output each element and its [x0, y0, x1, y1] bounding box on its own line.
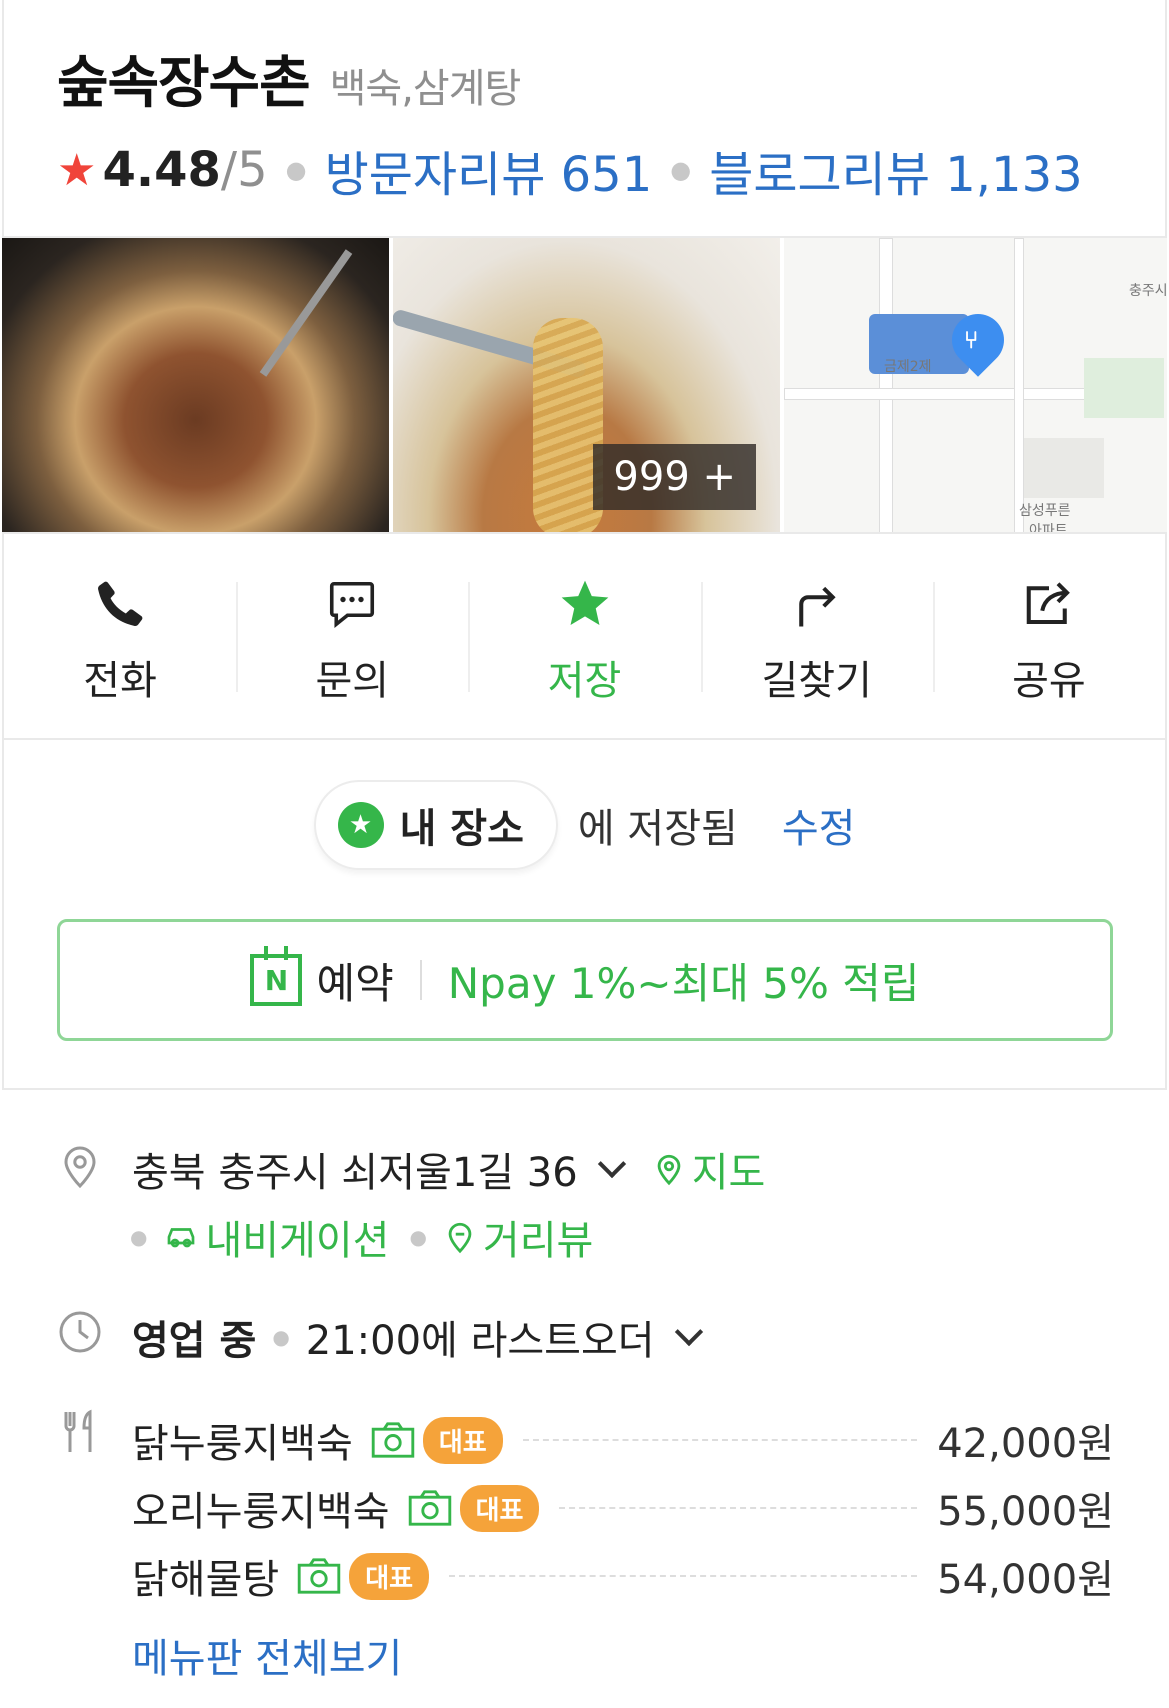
car-icon	[168, 1228, 195, 1248]
mini-map[interactable]: ⑂ 충주시 금제2제 삼성푸른 아파트	[784, 238, 1167, 532]
streetview-link[interactable]: 거리뷰	[443, 1208, 593, 1266]
separator-dot: ●	[670, 156, 692, 184]
streetview-icon	[448, 1222, 472, 1254]
navigation-label: 내비게이션	[205, 1218, 390, 1264]
directions-button[interactable]: 길찾기	[700, 540, 933, 738]
menu-item-price: 55,000원	[937, 1489, 1114, 1535]
map-road	[1014, 238, 1024, 532]
chat-icon	[320, 572, 384, 636]
share-label: 공유	[1012, 658, 1086, 704]
saved-star-icon: ★	[337, 802, 384, 848]
saved-status-row: ★ 내 장소 에 저장됨 수정	[0, 780, 1169, 870]
place-header: 숲속장수촌 백숙,삼계탕 ★ 4.48 /5 ● 방문자리뷰 651 ● 블로그…	[57, 38, 1083, 205]
menu-item[interactable]: 닭누룽지백숙 대표 42,000원	[132, 1406, 1114, 1474]
separator-dot: ●	[409, 1225, 427, 1249]
navigation-link[interactable]: 내비게이션	[163, 1208, 389, 1266]
menu-item-price: 54,000원	[937, 1557, 1114, 1603]
rating-star-icon: ★	[57, 144, 97, 196]
camera-icon[interactable]	[371, 1422, 415, 1458]
business-status: 영업 중	[132, 1318, 257, 1364]
chevron-down-icon[interactable]	[674, 1317, 703, 1347]
menu-item-name: 닭해물탕	[132, 1557, 280, 1603]
location-pin-icon	[64, 1146, 96, 1189]
last-order-text: 21:00에 라스트오더	[305, 1318, 655, 1364]
action-bar: 전화 문의 저장 길찾기 공유	[4, 540, 1165, 740]
menu-item[interactable]: 닭해물탕 대표 54,000원	[132, 1542, 1114, 1610]
booking-label: 예약	[316, 958, 394, 1008]
address-row: 충북 충주시 쇠저울1길 36 지도	[132, 1140, 765, 1198]
price-leader	[559, 1507, 918, 1509]
photo-stew[interactable]	[2, 238, 389, 532]
map-label: 금제2제	[884, 359, 932, 375]
streetview-label: 거리뷰	[482, 1218, 594, 1264]
share-button[interactable]: 공유	[932, 540, 1165, 738]
place-name: 숲속장수촌	[57, 51, 311, 116]
representative-badge: 대표	[422, 1416, 503, 1464]
map-label: 삼성푸른	[1019, 503, 1071, 519]
photo-strip: 999 + ⑂ 충주시 금제2제 삼성푸른 아파트	[2, 236, 1167, 534]
representative-badge: 대표	[349, 1552, 430, 1600]
hours-row[interactable]: 영업 중 ● 21:00에 라스트오더	[132, 1308, 729, 1366]
edit-saved-link[interactable]: 수정	[782, 796, 856, 854]
save-label: 저장	[547, 658, 622, 704]
menu-item-name: 닭누룽지백숙	[132, 1421, 353, 1467]
representative-badge: 대표	[459, 1484, 540, 1532]
map-label: 충주시	[1129, 283, 1167, 299]
rating-max: /5	[220, 142, 268, 198]
save-button[interactable]: 저장	[468, 540, 700, 738]
directions-label: 길찾기	[761, 658, 872, 704]
map-label: 아파트	[1029, 523, 1068, 532]
photo-count-badge: 999 +	[593, 444, 756, 510]
clock-icon	[59, 1311, 101, 1353]
booking-divider	[419, 960, 422, 1000]
inquiry-label: 문의	[315, 658, 390, 704]
camera-icon[interactable]	[297, 1558, 341, 1594]
camera-icon[interactable]	[408, 1490, 452, 1526]
separator-dot: ●	[130, 1225, 148, 1249]
rating-score: 4.48	[102, 142, 221, 198]
saved-list-pill[interactable]: ★ 내 장소	[313, 780, 558, 870]
saved-list-name: 내 장소	[399, 806, 524, 852]
directions-icon	[785, 572, 849, 636]
menu-item[interactable]: 오리누룽지백숙 대표 55,000원	[132, 1474, 1114, 1542]
map-road	[879, 238, 893, 532]
call-button[interactable]: 전화	[4, 540, 236, 738]
menu-item-name: 오리누룽지백숙	[132, 1489, 390, 1535]
naver-booking-icon: N	[250, 946, 303, 1006]
star-icon	[553, 572, 617, 636]
restaurant-icon: ⑂	[964, 326, 979, 354]
chevron-down-icon[interactable]	[597, 1149, 626, 1179]
map-area-green	[1084, 358, 1164, 418]
booking-promo: Npay 1%~최대 5% 적립	[447, 958, 920, 1008]
address-text: 충북 충주시 쇠저울1길 36	[132, 1150, 578, 1196]
photo-noodles[interactable]: 999 +	[393, 238, 780, 532]
menu-item-price: 42,000원	[937, 1421, 1114, 1467]
chopstick-shape	[259, 249, 353, 377]
separator-dot: ●	[272, 1325, 290, 1349]
price-leader	[522, 1439, 918, 1441]
utensils-icon	[64, 1409, 92, 1452]
map-link-label: 지도	[691, 1150, 766, 1196]
address-sublinks: ● 내비게이션 ● 거리뷰	[130, 1208, 593, 1266]
blog-reviews-link[interactable]: 블로그리뷰 1,133	[709, 135, 1082, 205]
inquiry-button[interactable]: 문의	[236, 540, 468, 738]
booking-button[interactable]: N 예약 Npay 1%~최대 5% 적립	[57, 919, 1113, 1041]
share-icon	[1017, 572, 1081, 636]
saved-status-text: 에 저장됨	[577, 806, 738, 852]
separator-dot: ●	[285, 156, 307, 184]
price-leader	[449, 1575, 918, 1577]
phone-icon	[88, 572, 152, 636]
map-link[interactable]: 지도	[652, 1140, 766, 1198]
map-pin-small-icon	[657, 1154, 681, 1186]
call-label: 전화	[83, 658, 157, 704]
view-full-menu-link[interactable]: 메뉴판 전체보기	[132, 1626, 402, 1684]
place-category: 백숙,삼계탕	[329, 66, 522, 112]
map-building	[1024, 438, 1104, 498]
menu-list: 닭누룽지백숙 대표 42,000원 오리누룽지백숙 대표 55,000원 닭해물…	[132, 1406, 1114, 1684]
visitor-reviews-link[interactable]: 방문자리뷰 651	[325, 135, 653, 205]
